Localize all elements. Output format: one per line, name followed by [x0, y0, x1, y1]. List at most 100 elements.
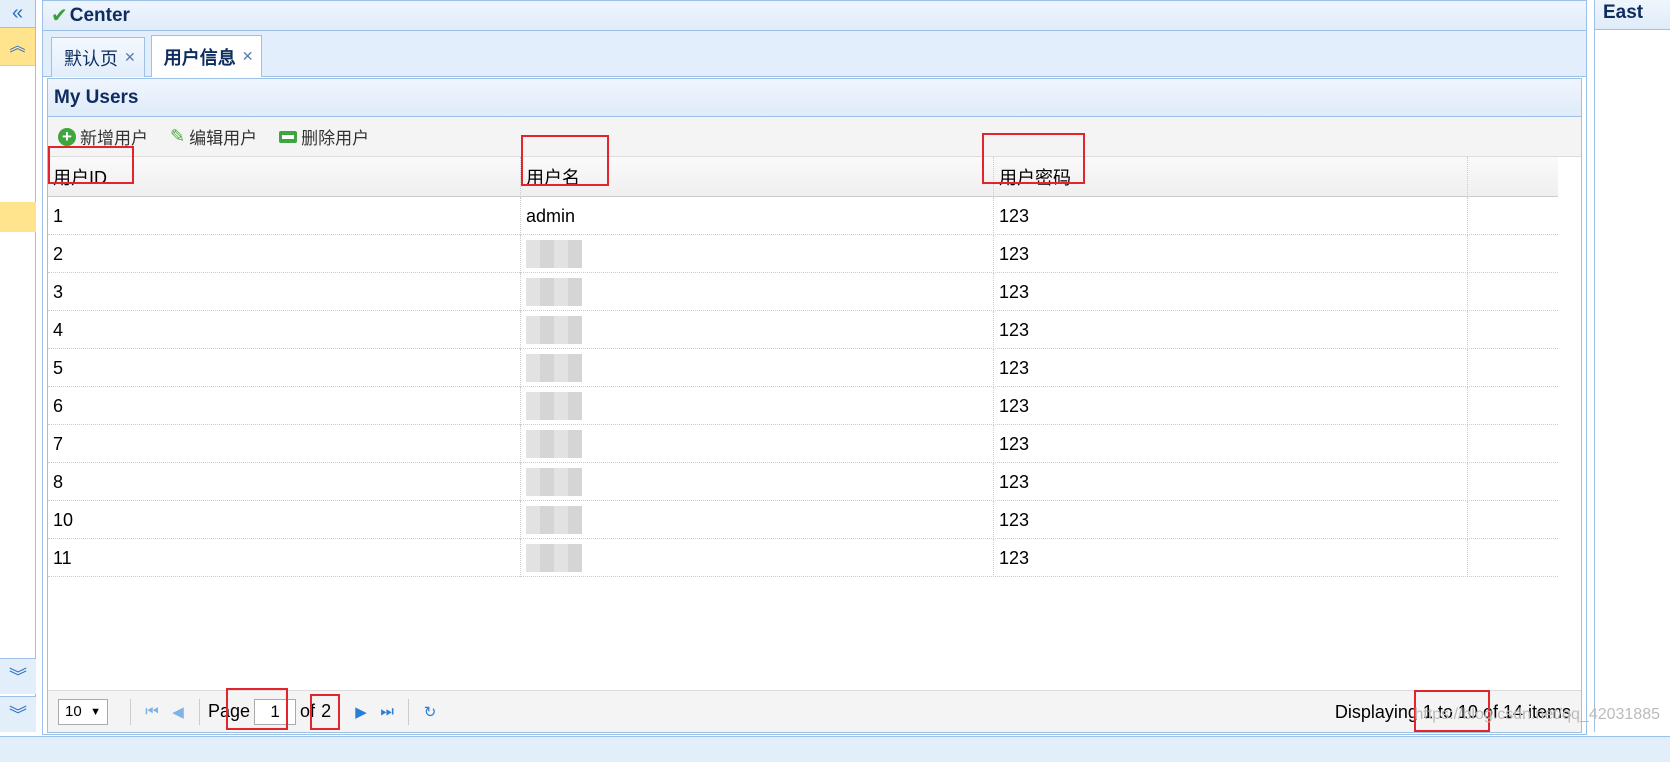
table-row[interactable]: 8 123: [48, 463, 1558, 501]
cell-username: [521, 539, 994, 577]
remove-user-button[interactable]: 删除用户: [279, 124, 369, 149]
column-header-label: 用户名: [526, 168, 580, 188]
last-page-icon[interactable]: ⏭: [374, 703, 400, 720]
caret-down-icon: ▼: [90, 705, 101, 718]
cell-password: 123: [994, 311, 1468, 349]
cell-user-id: 7: [48, 425, 521, 463]
table-row[interactable]: 1 admin 123: [48, 197, 1558, 235]
selected-strip: [0, 202, 36, 232]
table-row[interactable]: 10 123: [48, 501, 1558, 539]
cell-password: 123: [994, 235, 1468, 273]
pager-separator: [199, 698, 200, 725]
redacted-block: [526, 278, 582, 306]
next-page-icon[interactable]: ▶: [348, 703, 374, 721]
cell-password: 123: [994, 387, 1468, 425]
column-header-user-id[interactable]: 用户ID: [48, 157, 521, 197]
watermark: https://blog.csdn.net/qq_42031885: [1414, 706, 1660, 723]
center-title-bar: ✔ Center: [43, 1, 1586, 31]
first-page-icon[interactable]: ⏮: [139, 703, 165, 720]
column-header-password[interactable]: 用户密码: [994, 157, 1468, 197]
column-header-username[interactable]: 用户名: [521, 157, 994, 197]
add-user-label: 新增用户: [80, 129, 148, 148]
cell-password: 123: [994, 197, 1468, 235]
toolbar: + 新增用户 ✎ 编辑用户 删除用户: [48, 117, 1581, 157]
cell-username: [521, 387, 994, 425]
column-header-filler: [1468, 157, 1558, 197]
double-chevron-up-icon[interactable]: ︽: [0, 28, 35, 66]
pager-separator: [339, 698, 341, 725]
double-chevron-down-icon[interactable]: ︾: [0, 696, 36, 732]
page-size-select[interactable]: 10 ▼: [58, 698, 108, 725]
tab-default[interactable]: 默认页 ✕: [51, 37, 145, 77]
redacted-block: [526, 544, 582, 572]
cell-user-id: 1: [48, 197, 521, 235]
tab-label: 默认页: [64, 48, 118, 69]
cell-username: [521, 425, 994, 463]
refresh-icon[interactable]: ↻: [417, 703, 443, 721]
table-row[interactable]: 3 123: [48, 273, 1558, 311]
cell-password: 123: [994, 501, 1468, 539]
cell-username: [521, 501, 994, 539]
redacted-block: [526, 316, 582, 344]
cell-user-id: 11: [48, 539, 521, 577]
plus-icon: +: [58, 127, 76, 146]
cell-password: 123: [994, 539, 1468, 577]
grid-header: 用户ID 用户名 用户密码: [48, 157, 1558, 197]
table-row[interactable]: 11 123: [48, 539, 1558, 577]
close-icon[interactable]: ✕: [242, 48, 254, 65]
cell-user-id: 4: [48, 311, 521, 349]
cell-user-id: 10: [48, 501, 521, 539]
double-chevron-left-icon[interactable]: «: [0, 0, 35, 28]
cell-user-id: 8: [48, 463, 521, 501]
cell-username: admin: [521, 197, 994, 235]
tabs-bar: 默认页 ✕ 用户信息 ✕: [43, 31, 1586, 77]
double-chevron-down-icon[interactable]: ︾: [0, 658, 36, 694]
prev-page-icon[interactable]: ◀: [165, 703, 191, 721]
edit-user-label: 编辑用户: [189, 129, 258, 148]
cell-password: 123: [994, 349, 1468, 387]
west-panel: « ︽ ︾ ︾: [0, 0, 36, 732]
edit-user-button[interactable]: ✎ 编辑用户: [170, 124, 257, 149]
table-row[interactable]: 7 123: [48, 425, 1558, 463]
cell-user-id: 2: [48, 235, 521, 273]
redacted-block: [526, 354, 582, 382]
cell-user-id: 3: [48, 273, 521, 311]
cell-username: [521, 235, 994, 273]
cell-password: 123: [994, 463, 1468, 501]
table-row[interactable]: 5 123: [48, 349, 1558, 387]
table-row[interactable]: 4 123: [48, 311, 1558, 349]
panel-title: My Users: [48, 79, 1581, 117]
cell-user-id: 6: [48, 387, 521, 425]
east-panel: East: [1594, 0, 1670, 732]
add-user-button[interactable]: + 新增用户: [58, 124, 148, 149]
redacted-block: [526, 240, 582, 268]
page-label: Page: [208, 701, 251, 721]
pencil-icon: ✎: [170, 126, 186, 146]
cell-username: [521, 463, 994, 501]
close-icon[interactable]: ✕: [124, 49, 136, 66]
check-icon: ✔: [51, 4, 68, 27]
center-title: Center: [69, 4, 130, 26]
center-region: ✔ Center 默认页 ✕ 用户信息 ✕ My Users + 新增用户 ✎ …: [42, 0, 1587, 735]
column-header-label: 用户密码: [999, 168, 1071, 188]
page-size-value: 10: [65, 703, 82, 720]
users-grid: 用户ID 用户名 用户密码 1 admin 123 2 123 3 123 4 123 5 123 6…: [48, 157, 1558, 577]
column-header-label: 用户ID: [53, 168, 107, 188]
cell-password: 123: [994, 273, 1468, 311]
cell-password: 123: [994, 425, 1468, 463]
cell-username: [521, 349, 994, 387]
grid-body: 1 admin 123 2 123 3 123 4 123 5 123 6 123 7 123 8 123 10 1…: [48, 197, 1558, 577]
users-panel: My Users + 新增用户 ✎ 编辑用户 删除用户 用户ID 用户名 用户密…: [47, 78, 1582, 733]
pager-separator: [130, 698, 131, 725]
redacted-block: [526, 392, 582, 420]
page-number-input[interactable]: 1: [254, 698, 297, 725]
tab-user-info[interactable]: 用户信息 ✕: [150, 35, 263, 77]
cell-user-id: 5: [48, 349, 521, 387]
remove-user-label: 删除用户: [301, 129, 370, 148]
redacted-block: [526, 468, 582, 496]
pager-separator: [408, 698, 410, 725]
table-row[interactable]: 6 123: [48, 387, 1558, 425]
table-row[interactable]: 2 123: [48, 235, 1558, 273]
of-label: of: [300, 701, 316, 721]
tab-label: 用户信息: [163, 47, 236, 68]
